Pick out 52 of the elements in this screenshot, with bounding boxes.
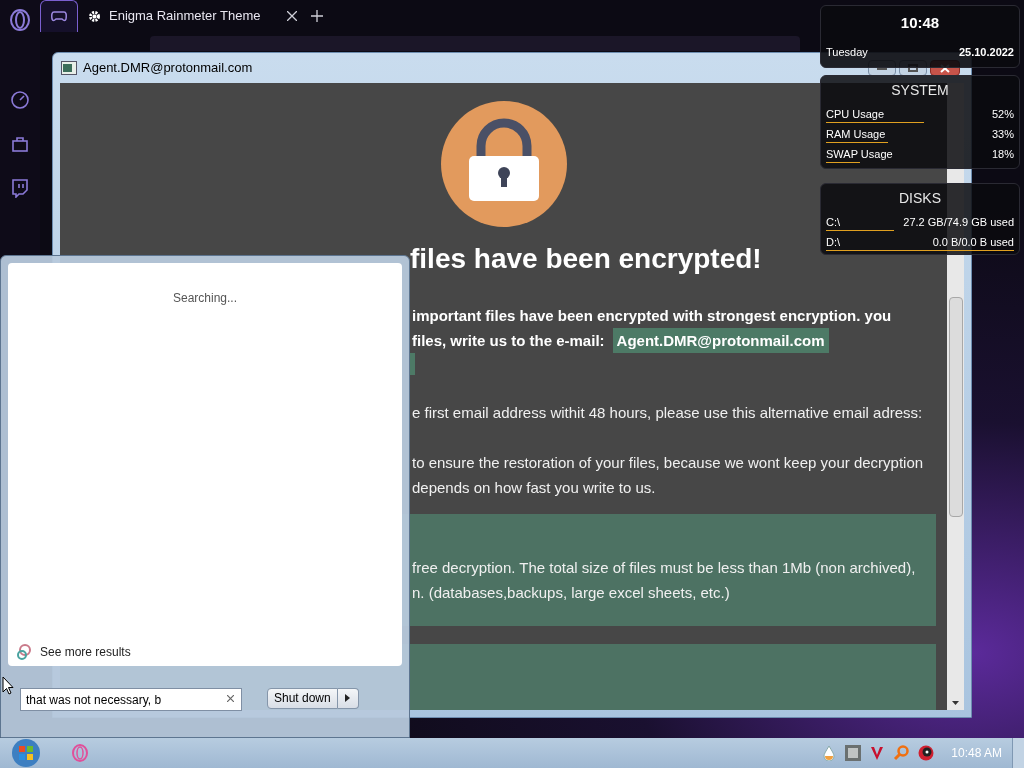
mouse-cursor-icon <box>2 676 14 696</box>
note-text: n. (databases,backups, large excel sheets, etc.) <box>412 583 730 603</box>
meter-value: 52% <box>991 107 1014 123</box>
meter-label: C:\ <box>826 215 841 231</box>
gear-icon <box>88 9 101 23</box>
note-text: important files have been encrypted with strongest encryption. you <box>412 306 892 326</box>
meter-value: 33% <box>991 127 1014 143</box>
clear-icon[interactable] <box>227 694 234 702</box>
padlock-icon <box>440 101 567 227</box>
meter-label: RAM Usage <box>826 127 886 143</box>
bag-icon[interactable] <box>10 134 30 154</box>
meter-value: 0.0 B/0.0 B used <box>932 235 1014 251</box>
widget-title: SYSTEM <box>891 81 949 100</box>
meter-label: SWAP Usage <box>826 147 893 163</box>
browser-logo-icon[interactable] <box>8 8 32 32</box>
speedometer-icon[interactable] <box>10 90 30 110</box>
see-more-results-link[interactable]: See more results <box>40 643 131 661</box>
widget-title: DISKS <box>899 189 941 208</box>
shut-down-options-button[interactable] <box>337 687 359 709</box>
new-tab-icon[interactable] <box>310 10 323 22</box>
note-text: to ensure the restoration of your files, because we wont keep your decryption <box>412 453 924 473</box>
gamepad-icon <box>51 10 67 23</box>
clock-time: 10:48 <box>900 13 940 33</box>
close-tab-icon[interactable] <box>286 11 297 21</box>
search-results-icon <box>16 643 34 661</box>
note-text: free decryption. The total size of files must be less than 1Mb (non archived), <box>412 558 916 578</box>
meter-value: 18% <box>991 147 1014 163</box>
scroll-thumb[interactable] <box>948 297 963 517</box>
shut-down-button[interactable]: Shut down <box>267 687 338 709</box>
meter-value: 27.2 GB/74.9 GB used <box>903 215 1014 231</box>
note-text: files, write us to the e-mail: <box>412 331 605 351</box>
browser-tab[interactable] <box>40 0 78 32</box>
weekday: Tuesday <box>826 44 868 60</box>
speaker-icon[interactable] <box>918 745 935 761</box>
search-field[interactable]: that was not necessary, b <box>20 688 242 711</box>
note-text: depends on how fast you write to us. <box>412 478 656 498</box>
date: 25.10.2022 <box>958 44 1014 60</box>
network-icon[interactable] <box>845 745 862 761</box>
highlight-fragment <box>410 353 415 375</box>
caret-icon <box>345 694 351 702</box>
note-text: e first email address withit 48 hours, please use this alternative email adress: <box>412 403 923 423</box>
browser-tab[interactable]: Enigma Rainmeter Theme <box>78 0 307 32</box>
chat-icon[interactable] <box>10 178 30 198</box>
scroll-down-icon[interactable] <box>952 701 959 705</box>
window-title: Agent.DMR@protonmail.com <box>83 59 253 78</box>
search-status: Searching... <box>172 290 237 307</box>
meter-label: CPU Usage <box>826 107 885 123</box>
v-letter-icon[interactable] <box>870 745 885 761</box>
app-icon <box>61 61 77 75</box>
meter-label: D:\ <box>826 235 841 251</box>
note-heading: files have been encrypted! <box>410 242 762 276</box>
email-highlight: Agent.DMR@protonmail.com <box>612 328 829 353</box>
